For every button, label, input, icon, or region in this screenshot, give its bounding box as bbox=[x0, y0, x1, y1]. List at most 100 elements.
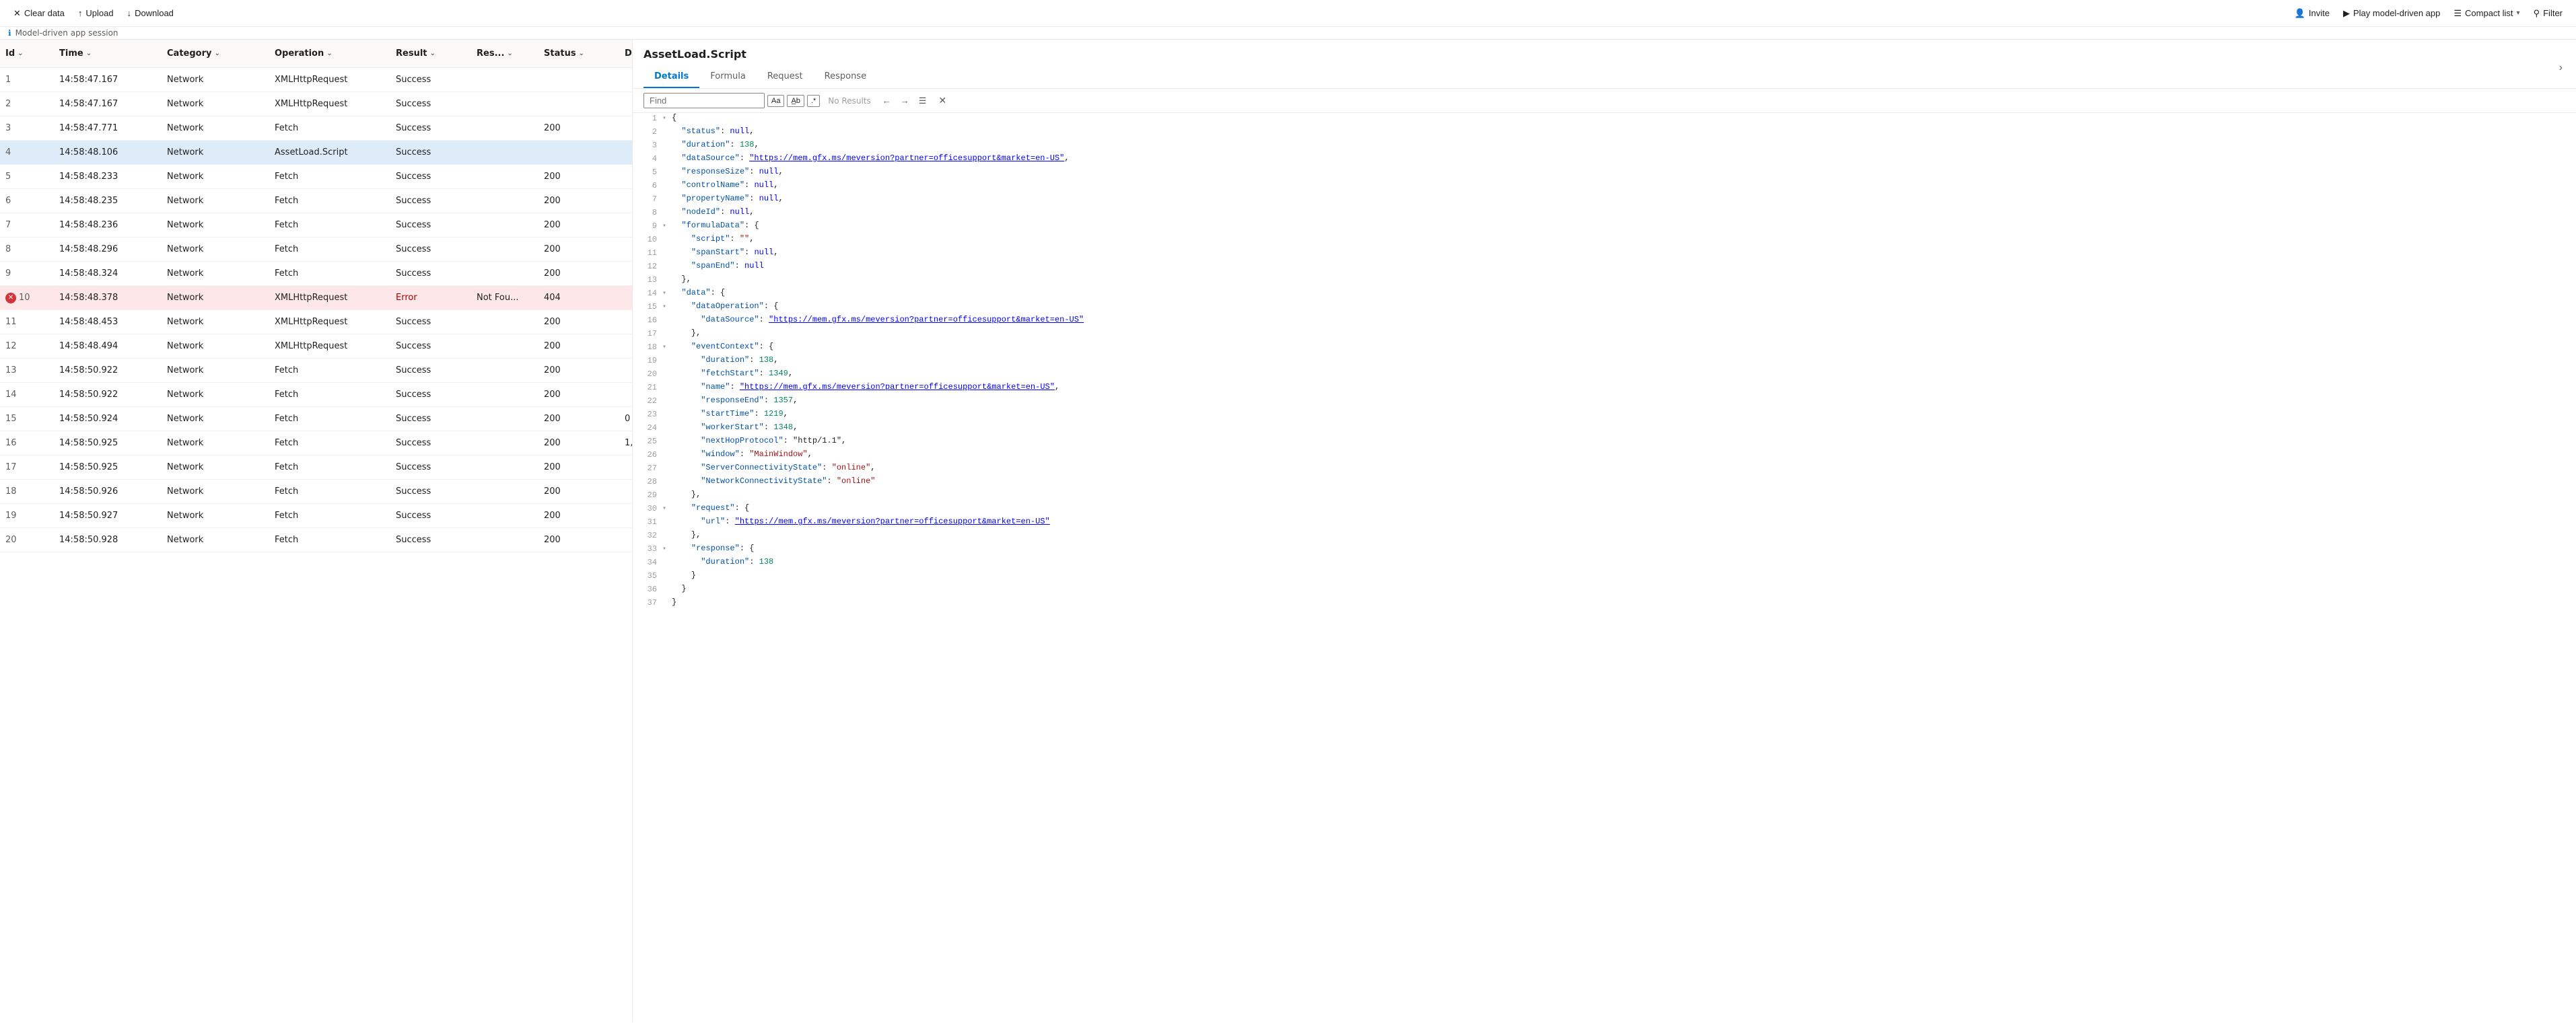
find-input[interactable] bbox=[643, 93, 765, 108]
col-header-duration[interactable]: Duration (ms) ⌄ bbox=[619, 48, 633, 59]
col-header-res[interactable]: Res... ⌄ bbox=[471, 48, 538, 59]
fold-icon[interactable]: ▾ bbox=[662, 342, 672, 351]
table-row[interactable]: 714:58:48.236NetworkFetchSuccess200 bbox=[0, 213, 632, 237]
cell-id: 16 bbox=[0, 438, 54, 448]
detail-close-button[interactable]: › bbox=[2556, 59, 2565, 77]
fold-icon bbox=[662, 328, 672, 330]
fold-icon bbox=[662, 248, 672, 249]
col-header-category[interactable]: Category ⌄ bbox=[162, 48, 269, 59]
table-row[interactable]: 514:58:48.233NetworkFetchSuccess200 bbox=[0, 165, 632, 189]
cell-result: Success bbox=[390, 341, 471, 351]
tab-response[interactable]: Response bbox=[814, 66, 877, 88]
line-number: 19 bbox=[638, 355, 657, 365]
line-number: 20 bbox=[638, 369, 657, 379]
table-row[interactable]: ✕1014:58:48.378NetworkXMLHttpRequestErro… bbox=[0, 286, 632, 310]
code-line: 18▾ "eventContext": { bbox=[633, 342, 2576, 355]
fold-icon bbox=[662, 423, 672, 424]
cell-category: Network bbox=[162, 511, 269, 521]
code-line: 13 }, bbox=[633, 274, 2576, 288]
fold-icon[interactable]: ▾ bbox=[662, 113, 672, 122]
table-row[interactable]: 1614:58:50.925NetworkFetchSuccess2001,( bbox=[0, 431, 632, 455]
download-icon: ↓ bbox=[127, 8, 132, 18]
table-row[interactable]: 1314:58:50.922NetworkFetchSuccess200 bbox=[0, 359, 632, 383]
fold-icon bbox=[662, 449, 672, 451]
compact-list-button[interactable]: ☰ Compact list ▾ bbox=[2448, 5, 2525, 22]
detail-header-left: AssetLoad.Script DetailsFormulaRequestRe… bbox=[643, 48, 877, 88]
fold-icon[interactable]: ▾ bbox=[662, 288, 672, 297]
table-row[interactable]: 1514:58:50.924NetworkFetchSuccess2000 bbox=[0, 407, 632, 431]
table-row[interactable]: 1914:58:50.927NetworkFetchSuccess200 bbox=[0, 504, 632, 528]
table-row[interactable]: 414:58:48.106NetworkAssetLoad.ScriptSucc… bbox=[0, 141, 632, 165]
sort-icon-category: ⌄ bbox=[214, 50, 219, 57]
fold-icon[interactable]: ▾ bbox=[662, 544, 672, 553]
line-number: 1 bbox=[638, 113, 657, 123]
find-whole-word-button[interactable]: A̲b bbox=[787, 95, 804, 107]
table-row[interactable]: 1814:58:50.926NetworkFetchSuccess200 bbox=[0, 480, 632, 504]
filter-button[interactable]: ⚲ Filter bbox=[2528, 5, 2568, 22]
sort-icon-operation: ⌄ bbox=[326, 50, 332, 57]
fold-icon bbox=[662, 476, 672, 478]
table-row[interactable]: 314:58:47.771NetworkFetchSuccess200 bbox=[0, 116, 632, 141]
col-header-operation[interactable]: Operation ⌄ bbox=[269, 48, 390, 59]
code-line: 7 "propertyName": null, bbox=[633, 194, 2576, 207]
fold-icon bbox=[662, 194, 672, 195]
fold-icon bbox=[662, 571, 672, 572]
table-row[interactable]: 1214:58:48.494NetworkXMLHttpRequestSucce… bbox=[0, 334, 632, 359]
cell-status: 200 bbox=[538, 268, 619, 279]
cell-status: 200 bbox=[538, 486, 619, 497]
table-row[interactable]: 914:58:48.324NetworkFetchSuccess200 bbox=[0, 262, 632, 286]
cell-category: Network bbox=[162, 293, 269, 303]
table-row[interactable]: 1714:58:50.925NetworkFetchSuccess200 bbox=[0, 455, 632, 480]
line-number: 18 bbox=[638, 342, 657, 352]
fold-icon bbox=[662, 409, 672, 410]
find-list-button[interactable]: ☰ bbox=[915, 94, 930, 108]
info-icon: ℹ bbox=[8, 28, 11, 38]
find-close-button[interactable]: ✕ bbox=[935, 94, 950, 108]
line-number: 21 bbox=[638, 382, 657, 392]
table-row[interactable]: 114:58:47.167NetworkXMLHttpRequestSucces… bbox=[0, 68, 632, 92]
line-number: 23 bbox=[638, 409, 657, 419]
table-row[interactable]: 1114:58:48.453NetworkXMLHttpRequestSucce… bbox=[0, 310, 632, 334]
tab-request[interactable]: Request bbox=[757, 66, 814, 88]
code-line: 2 "status": null, bbox=[633, 126, 2576, 140]
fold-icon[interactable]: ▾ bbox=[662, 221, 672, 230]
find-regex-button[interactable]: .* bbox=[807, 95, 820, 107]
find-next-button[interactable]: → bbox=[897, 94, 913, 107]
col-header-time[interactable]: Time ⌄ bbox=[54, 48, 162, 59]
fold-icon bbox=[662, 153, 672, 155]
invite-button[interactable]: 👤 Invite bbox=[2289, 5, 2335, 22]
filter-icon: ⚲ bbox=[2534, 8, 2540, 19]
fold-icon[interactable]: ▾ bbox=[662, 503, 672, 513]
play-button[interactable]: ▶ Play model-driven app bbox=[2338, 5, 2445, 22]
table-row[interactable]: 814:58:48.296NetworkFetchSuccess200 bbox=[0, 237, 632, 262]
table-row[interactable]: 1414:58:50.922NetworkFetchSuccess200 bbox=[0, 383, 632, 407]
fold-icon bbox=[662, 557, 672, 558]
cell-status: 200 bbox=[538, 317, 619, 327]
code-content: "data": { bbox=[672, 288, 2571, 297]
cell-result: Error bbox=[390, 293, 471, 303]
clear-data-button[interactable]: ✕ Clear data bbox=[8, 5, 70, 22]
table-row[interactable]: 614:58:48.235NetworkFetchSuccess200 bbox=[0, 189, 632, 213]
line-number: 24 bbox=[638, 423, 657, 433]
col-header-status[interactable]: Status ⌄ bbox=[538, 48, 619, 59]
upload-button[interactable]: ↑ Upload bbox=[73, 5, 119, 21]
find-case-sensitive-button[interactable]: Aa bbox=[767, 95, 784, 107]
col-header-result[interactable]: Result ⌄ bbox=[390, 48, 471, 59]
cell-category: Network bbox=[162, 365, 269, 375]
cell-time: 14:58:47.167 bbox=[54, 99, 162, 109]
line-number: 3 bbox=[638, 140, 657, 150]
table-panel: Id ⌄ Time ⌄ Category ⌄ Operation ⌄ Resul… bbox=[0, 40, 633, 1022]
col-header-id[interactable]: Id ⌄ bbox=[0, 48, 54, 59]
fold-icon[interactable]: ▾ bbox=[662, 301, 672, 311]
cell-time: 14:58:48.233 bbox=[54, 172, 162, 182]
table-row[interactable]: 2014:58:50.928NetworkFetchSuccess200 bbox=[0, 528, 632, 552]
table-row[interactable]: 214:58:47.167NetworkXMLHttpRequestSucces… bbox=[0, 92, 632, 116]
find-prev-button[interactable]: ← bbox=[879, 94, 895, 107]
tab-details[interactable]: Details bbox=[643, 66, 699, 88]
cell-id: 6 bbox=[0, 196, 54, 206]
tab-formula[interactable]: Formula bbox=[699, 66, 757, 88]
code-content: "duration": 138 bbox=[672, 557, 2571, 566]
toolbar-right: 👤 Invite ▶ Play model-driven app ☰ Compa… bbox=[2289, 5, 2568, 22]
cell-operation: Fetch bbox=[269, 123, 390, 133]
download-button[interactable]: ↓ Download bbox=[122, 5, 179, 21]
